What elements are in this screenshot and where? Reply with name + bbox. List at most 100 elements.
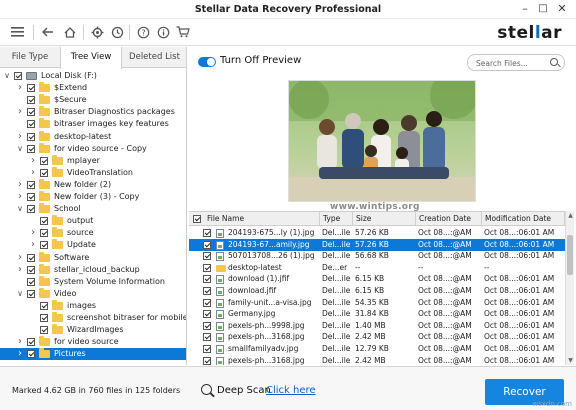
row-checkbox[interactable] xyxy=(203,345,211,353)
row-checkbox[interactable] xyxy=(203,229,211,237)
row-checkbox[interactable] xyxy=(203,333,211,342)
tree-checkbox[interactable] xyxy=(40,156,48,165)
tree-item[interactable]: output xyxy=(0,215,186,227)
tree-checkbox[interactable] xyxy=(27,84,35,93)
tree-item[interactable]: › Pictures xyxy=(0,348,186,361)
tree-item[interactable]: › Bitraser Diagnostics packages xyxy=(0,106,186,118)
table-row[interactable]: pexels-ph...3168.jpg Del...ile 2.42 MB Oct … xyxy=(189,355,565,365)
home-icon[interactable] xyxy=(61,23,79,41)
column-header-filename[interactable]: File Name xyxy=(189,212,320,226)
row-checkbox[interactable] xyxy=(203,321,211,330)
tree-item[interactable]: › source xyxy=(0,227,186,239)
chevron-right-icon[interactable]: › xyxy=(16,191,24,203)
column-header-size[interactable]: Size xyxy=(353,212,416,226)
tree-checkbox[interactable] xyxy=(40,217,48,226)
table-row[interactable]: smallfamilyadv.jpg Del...ile 12.79 KB Oct 0… xyxy=(189,343,565,355)
chevron-down-icon[interactable]: ∨ xyxy=(16,143,24,155)
table-row[interactable]: download (1).jfif Del...ile 6.15 KB Oct 08.… xyxy=(189,273,565,285)
chevron-down-icon[interactable]: ∨ xyxy=(16,288,24,300)
history-icon[interactable] xyxy=(108,23,126,41)
tree-checkbox[interactable] xyxy=(27,277,35,286)
row-checkbox[interactable] xyxy=(203,298,211,307)
tree-item[interactable]: › Update xyxy=(0,239,186,251)
menu-icon[interactable] xyxy=(8,23,26,41)
chevron-right-icon[interactable]: › xyxy=(16,179,24,191)
scrollbar-thumb[interactable] xyxy=(567,235,573,275)
minimize-icon[interactable]: – xyxy=(518,2,532,16)
chevron-right-icon[interactable]: › xyxy=(29,167,37,179)
chevron-right-icon[interactable]: › xyxy=(29,155,37,167)
tree-checkbox[interactable] xyxy=(40,314,48,322)
tree-checkbox[interactable] xyxy=(27,338,35,347)
tree-item[interactable]: › mplayer xyxy=(0,154,186,167)
tree-checkbox[interactable] xyxy=(40,326,48,335)
tree-checkbox[interactable] xyxy=(40,241,48,250)
maximize-icon[interactable]: □ xyxy=(536,2,550,16)
row-checkbox[interactable] xyxy=(203,263,211,272)
table-row[interactable]: pexels-ph...3168.jpg Del...ile 2.42 MB Oct … xyxy=(189,331,565,343)
table-row[interactable]: desktop-latest De...er -- -- -- xyxy=(189,262,565,274)
row-checkbox[interactable] xyxy=(203,310,211,319)
tree-item[interactable]: bitraser images key features xyxy=(0,118,186,130)
tree-checkbox[interactable] xyxy=(40,168,48,177)
tree-item[interactable]: images xyxy=(0,299,186,312)
tree-checkbox[interactable] xyxy=(14,72,22,80)
back-arrow-icon[interactable] xyxy=(39,23,57,41)
row-checkbox[interactable] xyxy=(203,356,211,365)
tree-checkbox[interactable] xyxy=(27,108,35,117)
preview-toggle[interactable] xyxy=(198,57,216,67)
table-row[interactable]: 507013708...26 (1).jpg Del...ile 56.68 KB O… xyxy=(189,250,565,262)
tree-checkbox[interactable] xyxy=(27,265,35,274)
column-header-creation-date[interactable]: Creation Date xyxy=(416,212,482,226)
chevron-right-icon[interactable]: › xyxy=(16,348,24,360)
tree-item[interactable]: › for video source xyxy=(0,336,186,348)
table-row[interactable]: family-unit...a-visa.jpg Del...ile 54.35 K… xyxy=(189,297,565,309)
tree-checkbox[interactable] xyxy=(27,132,35,141)
table-row[interactable]: pexels-ph...9998.jpg Del...ile 1.40 MB Oct … xyxy=(189,320,565,332)
tree-item[interactable]: $Secure xyxy=(0,94,186,106)
tree-item[interactable]: ∨ Local Disk (F:) xyxy=(0,70,186,82)
cart-icon[interactable] xyxy=(174,23,192,41)
tree-item[interactable]: › Software xyxy=(0,251,186,264)
chevron-right-icon[interactable]: › xyxy=(16,336,24,348)
help-icon[interactable]: ? xyxy=(134,23,152,41)
tree-checkbox[interactable] xyxy=(27,120,35,129)
tree-item[interactable]: ∨ for video source - Copy xyxy=(0,142,186,155)
close-icon[interactable]: ✕ xyxy=(555,2,569,16)
chevron-right-icon[interactable]: › xyxy=(29,239,37,251)
deep-scan-link[interactable]: Click here xyxy=(266,385,316,396)
tree-item[interactable]: › stellar_icloud_backup xyxy=(0,263,186,276)
table-scrollbar[interactable]: ▲ ▼ xyxy=(565,211,574,365)
tree-item[interactable]: ∨ Video xyxy=(0,287,186,300)
table-row[interactable]: Germany.jpg Del...ile 31.84 KB Oct 08...:@A… xyxy=(189,308,565,320)
column-header-modification-date[interactable]: Modification Date xyxy=(482,212,565,226)
select-all-checkbox[interactable] xyxy=(193,215,201,223)
tab-tree-view[interactable]: Tree View xyxy=(60,47,122,69)
chevron-right-icon[interactable]: › xyxy=(16,131,24,143)
gear-icon[interactable] xyxy=(88,23,106,41)
tree-item[interactable]: › New folder (2) xyxy=(0,178,186,191)
tree-item[interactable]: › New folder (3) - Copy xyxy=(0,191,186,203)
tree-checkbox[interactable] xyxy=(27,144,35,153)
tree-checkbox[interactable] xyxy=(27,253,35,262)
tree-item[interactable]: ∨ School xyxy=(0,203,186,215)
tree-checkbox[interactable] xyxy=(27,96,35,105)
tree-item[interactable]: › desktop-latest xyxy=(0,130,186,143)
tree-checkbox[interactable] xyxy=(27,205,35,214)
tab-deleted-list[interactable]: Deleted List xyxy=(122,47,186,68)
tree-item[interactable]: screenshot bitraser for mobile xyxy=(0,312,186,324)
tab-file-type[interactable]: File Type xyxy=(0,47,60,68)
search-input[interactable] xyxy=(476,57,550,69)
info-icon[interactable] xyxy=(154,23,172,41)
tree-checkbox[interactable] xyxy=(40,229,48,238)
search-box[interactable] xyxy=(467,54,565,71)
row-checkbox[interactable] xyxy=(203,275,211,284)
tree-checkbox[interactable] xyxy=(27,350,35,359)
search-icon[interactable] xyxy=(550,58,558,66)
table-row[interactable]: 204193-67...amily.jpg Del...ile 57.26 KB Oc… xyxy=(189,238,565,251)
tree-item[interactable]: › $Extend xyxy=(0,82,186,94)
row-checkbox[interactable] xyxy=(203,240,211,249)
tree-checkbox[interactable] xyxy=(27,193,35,201)
chevron-right-icon[interactable]: › xyxy=(29,227,37,239)
tree-checkbox[interactable] xyxy=(27,180,35,189)
